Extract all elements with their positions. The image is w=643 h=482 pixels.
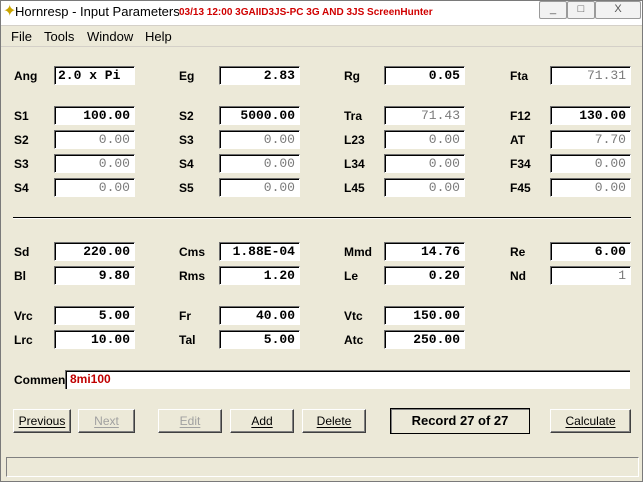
f45-field[interactable]: 0.00 [550, 178, 631, 197]
l34-field[interactable]: 0.00 [384, 154, 465, 173]
s2-label: S2 [179, 109, 194, 123]
s1-field[interactable]: 100.00 [54, 106, 135, 125]
at-label: AT [510, 133, 526, 147]
menu-window[interactable]: Window [87, 29, 133, 44]
f12-label: F12 [510, 109, 531, 123]
section-divider [13, 217, 631, 219]
fr-field[interactable]: 40.00 [219, 306, 300, 325]
nd-field[interactable]: 1 [550, 266, 631, 285]
bl-field[interactable]: 9.80 [54, 266, 135, 285]
rg-label: Rg [344, 69, 360, 83]
l23-field[interactable]: 0.00 [384, 130, 465, 149]
ang-label: Ang [14, 69, 38, 83]
mmd-label: Mmd [344, 245, 372, 259]
mmd-field[interactable]: 14.76 [384, 242, 465, 261]
fta-field: 71.31 [550, 66, 631, 85]
next-button[interactable]: Next [78, 409, 135, 433]
maximize-button[interactable]: □ [567, 1, 595, 19]
s4-field[interactable]: 0.00 [219, 154, 300, 173]
record-indicator: Record 27 of 27 [390, 408, 530, 434]
calculate-button[interactable]: Calculate [550, 409, 631, 433]
menu-tools[interactable]: Tools [44, 29, 74, 44]
l45-label: L45 [344, 181, 365, 195]
s5-field[interactable]: 0.00 [219, 178, 300, 197]
s3-label: S3 [179, 133, 194, 147]
maximize-icon: □ [577, 3, 585, 15]
menu-bar: File Tools Window Help [1, 25, 642, 47]
eg-label: Eg [179, 69, 195, 83]
le-label: Le [344, 269, 359, 283]
tal-label: Tal [179, 333, 196, 347]
l34-label: L34 [344, 157, 365, 171]
atc-field[interactable]: 250.00 [384, 330, 465, 349]
vtc-field[interactable]: 150.00 [384, 306, 465, 325]
sd-label: Sd [14, 245, 30, 259]
cms-label: Cms [179, 245, 206, 259]
fr-label: Fr [179, 309, 191, 323]
edit-button[interactable]: Edit [158, 409, 222, 433]
rms-field[interactable]: 1.20 [219, 266, 300, 285]
menu-help[interactable]: Help [145, 29, 172, 44]
status-bar [6, 457, 639, 477]
s1-label: S1 [14, 109, 29, 123]
s3-field[interactable]: 0.00 [219, 130, 300, 149]
f45-label: F45 [510, 181, 531, 195]
vrc-label: Vrc [14, 309, 33, 323]
tra-field: 71.43 [384, 106, 465, 125]
f34-field[interactable]: 0.00 [550, 154, 631, 173]
s3-segment-label: S3 [14, 157, 29, 171]
rg-field[interactable]: 0.05 [384, 66, 465, 85]
bl-label: Bl [14, 269, 26, 283]
comment-label: Comment [14, 373, 70, 387]
previous-button[interactable]: Previous [13, 409, 71, 433]
le-field[interactable]: 0.20 [384, 266, 465, 285]
s2-segment-field[interactable]: 0.00 [54, 130, 135, 149]
s2-segment-label: S2 [14, 133, 29, 147]
l45-field[interactable]: 0.00 [384, 178, 465, 197]
s3-segment-field[interactable]: 0.00 [54, 154, 135, 173]
at-field: 7.70 [550, 130, 631, 149]
title-bar[interactable]: ✦ Hornresp - Input Parameters 03/13 12:0… [1, 1, 642, 25]
l23-label: L23 [344, 133, 365, 147]
s4-label: S4 [179, 157, 194, 171]
lrc-field[interactable]: 10.00 [54, 330, 135, 349]
re-label: Re [510, 245, 526, 259]
window-title: Hornresp - Input Parameters [15, 4, 180, 19]
nd-label: Nd [510, 269, 526, 283]
re-field[interactable]: 6.00 [550, 242, 631, 261]
rms-label: Rms [179, 269, 206, 283]
delete-button[interactable]: Delete [302, 409, 366, 433]
menu-file[interactable]: File [11, 29, 32, 44]
screenhunter-overlay-text: 03/13 12:00 3GAIID3JS-PC 3G AND 3JS Scre… [179, 7, 433, 18]
atc-label: Atc [344, 333, 364, 347]
f34-label: F34 [510, 157, 531, 171]
cms-field[interactable]: 1.88E-04 [219, 242, 300, 261]
f12-field[interactable]: 130.00 [550, 106, 631, 125]
s2-field[interactable]: 5000.00 [219, 106, 300, 125]
vtc-label: Vtc [344, 309, 363, 323]
s4-segment-label: S4 [14, 181, 29, 195]
s5-label: S5 [179, 181, 194, 195]
minimize-icon: _ [549, 3, 557, 15]
input-parameters-window: ✦ Hornresp - Input Parameters 03/13 12:0… [0, 0, 643, 482]
eg-field[interactable]: 2.83 [219, 66, 300, 85]
close-button[interactable]: X [595, 1, 641, 19]
sd-field[interactable]: 220.00 [54, 242, 135, 261]
ang-field[interactable]: 2.0 x Pi [54, 66, 135, 85]
s4-segment-field[interactable]: 0.00 [54, 178, 135, 197]
close-icon: X [614, 3, 622, 15]
tal-field[interactable]: 5.00 [219, 330, 300, 349]
vrc-field[interactable]: 5.00 [54, 306, 135, 325]
lrc-label: Lrc [14, 333, 33, 347]
minimize-button[interactable]: _ [539, 1, 567, 19]
fta-label: Fta [510, 69, 528, 83]
add-button[interactable]: Add [230, 409, 294, 433]
tra-label: Tra [344, 109, 363, 123]
comment-field[interactable]: 8mi100 [65, 370, 630, 389]
